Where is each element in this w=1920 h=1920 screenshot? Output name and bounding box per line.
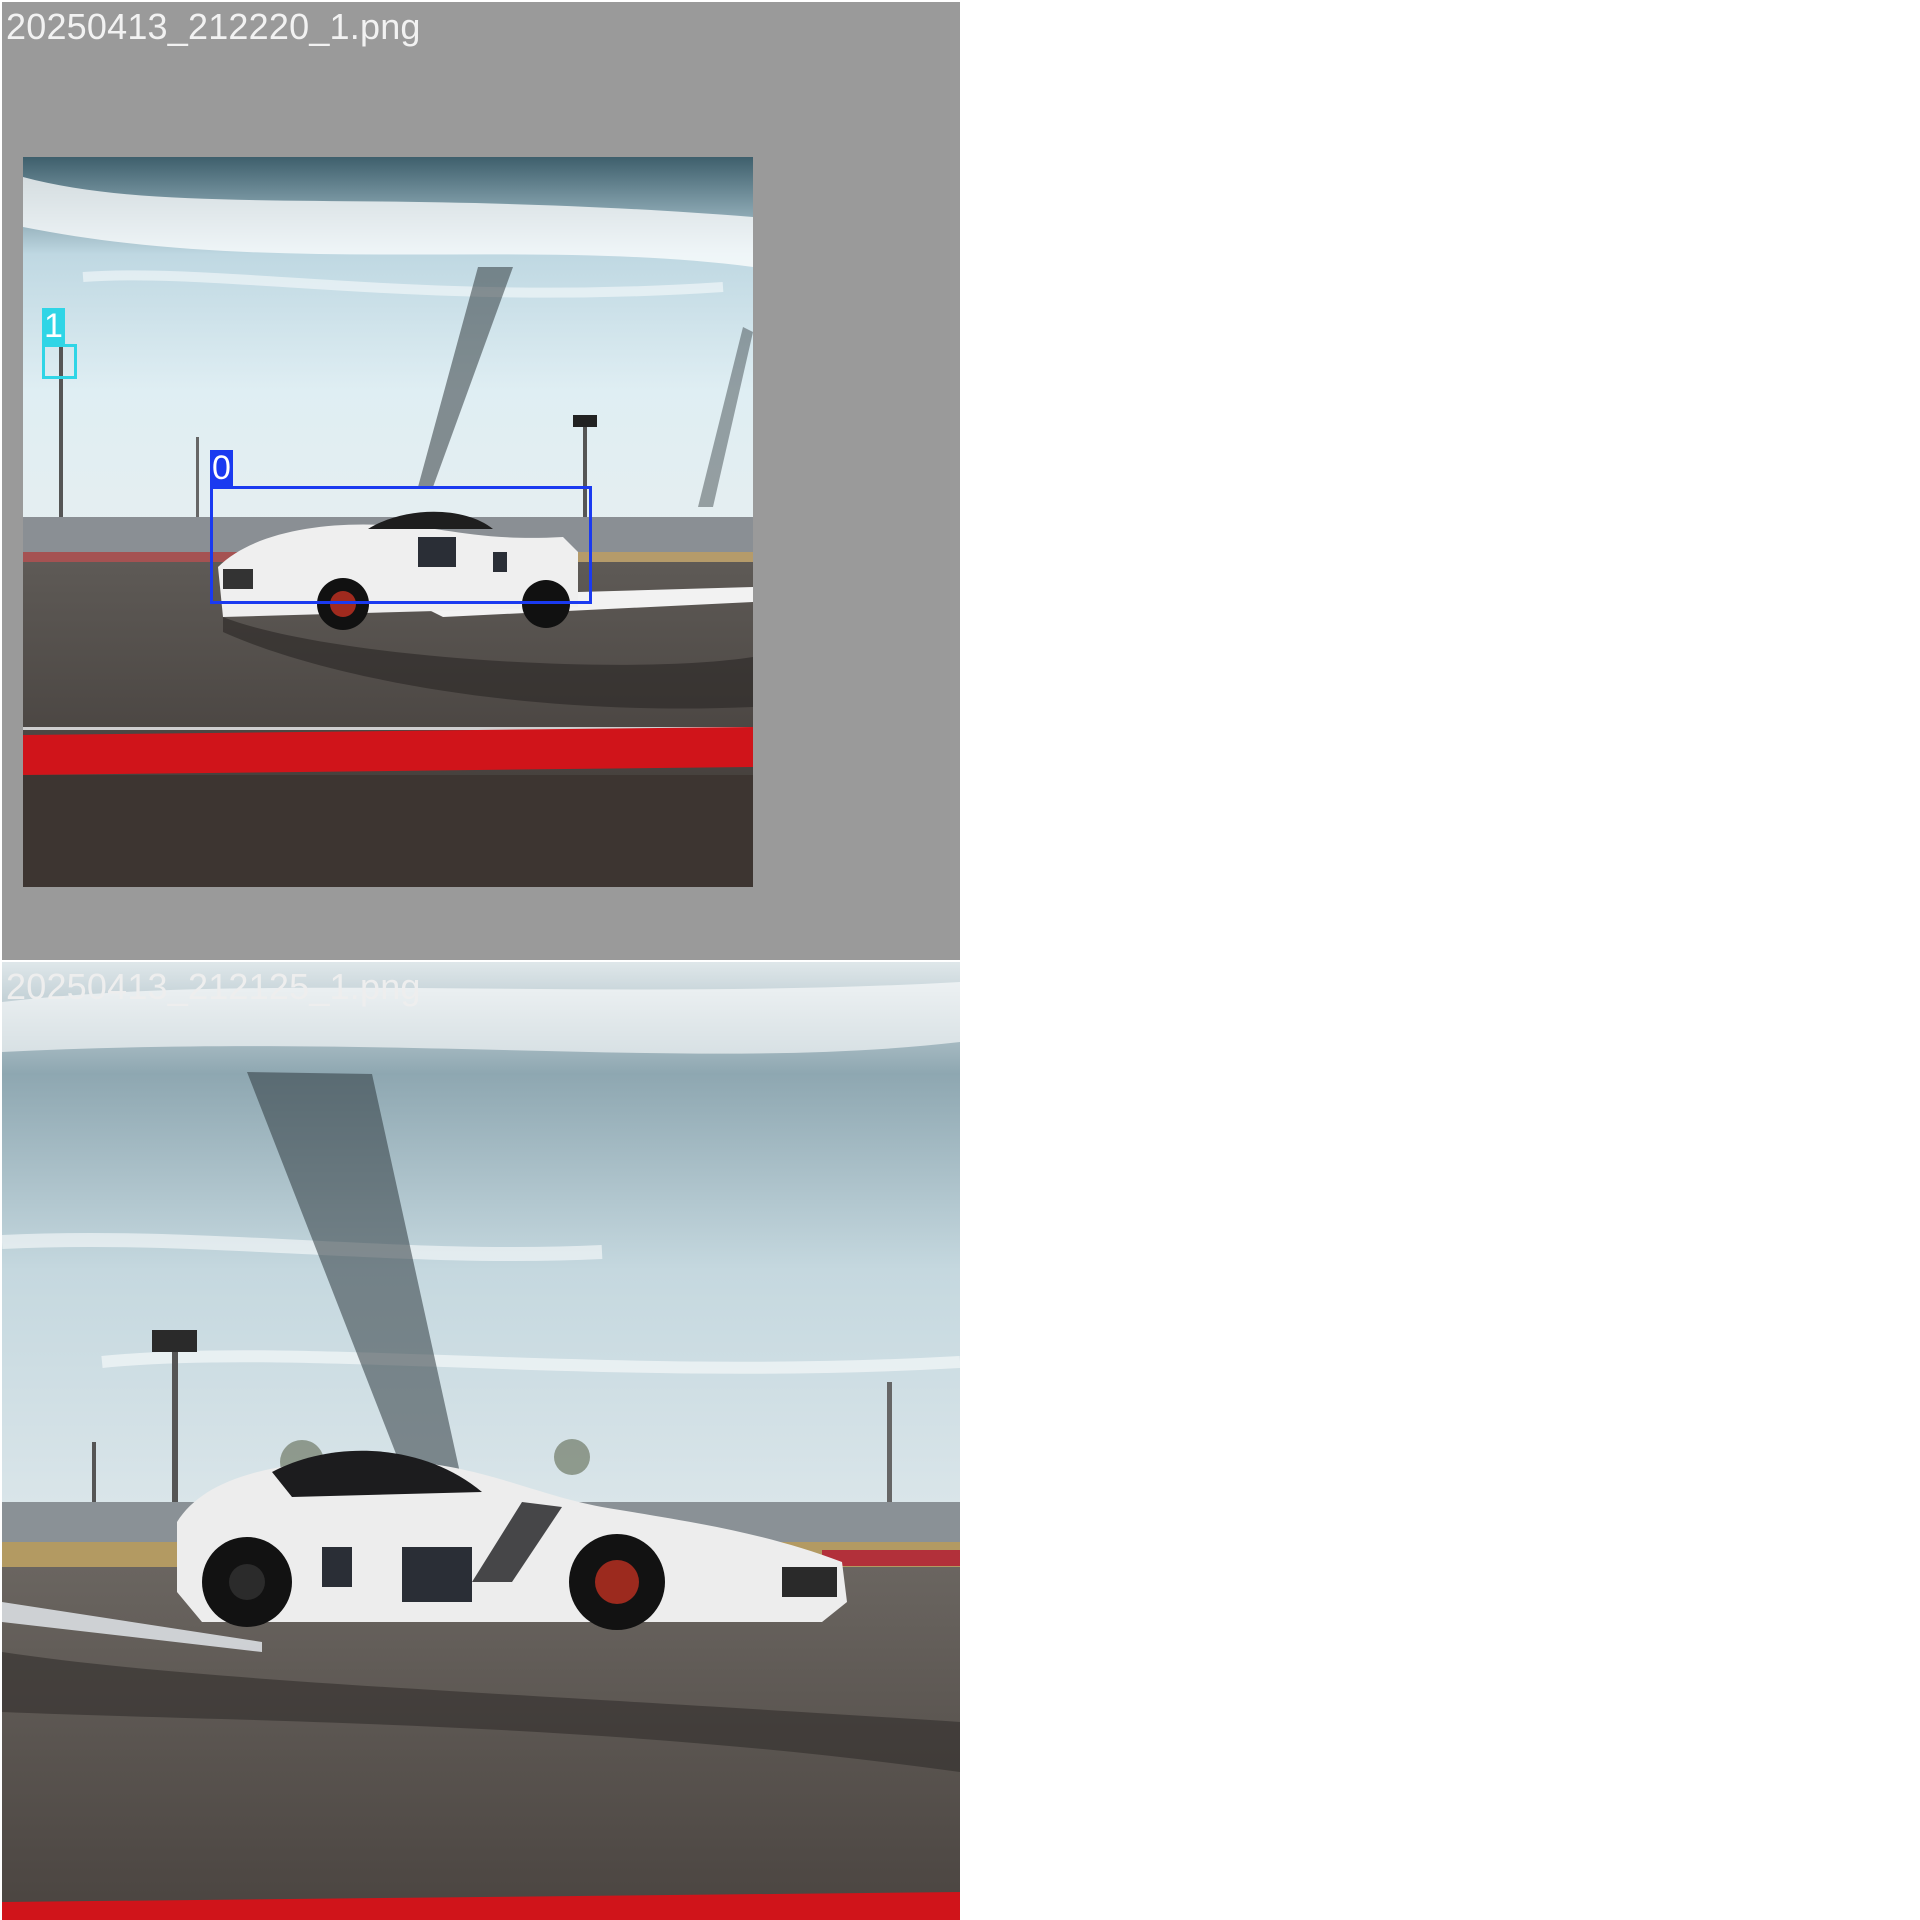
tile-filename: 20250413_212220_1.png bbox=[6, 6, 421, 47]
detection-box-0 bbox=[210, 486, 592, 604]
tile-filename: 20250413_212125_1.png bbox=[6, 966, 421, 1007]
mosaic-tile-1: 20250413_212220_1.png 0 1 bbox=[2, 2, 960, 960]
race-car-scene bbox=[2, 962, 960, 1920]
detection-label-0: 0 bbox=[210, 449, 233, 487]
mosaic-tile-2: 20250413_212125_1.png bbox=[2, 962, 960, 1920]
detection-box-1 bbox=[42, 344, 77, 379]
detection-label-1: 1 bbox=[42, 307, 65, 345]
race-car-photo bbox=[2, 962, 960, 1920]
